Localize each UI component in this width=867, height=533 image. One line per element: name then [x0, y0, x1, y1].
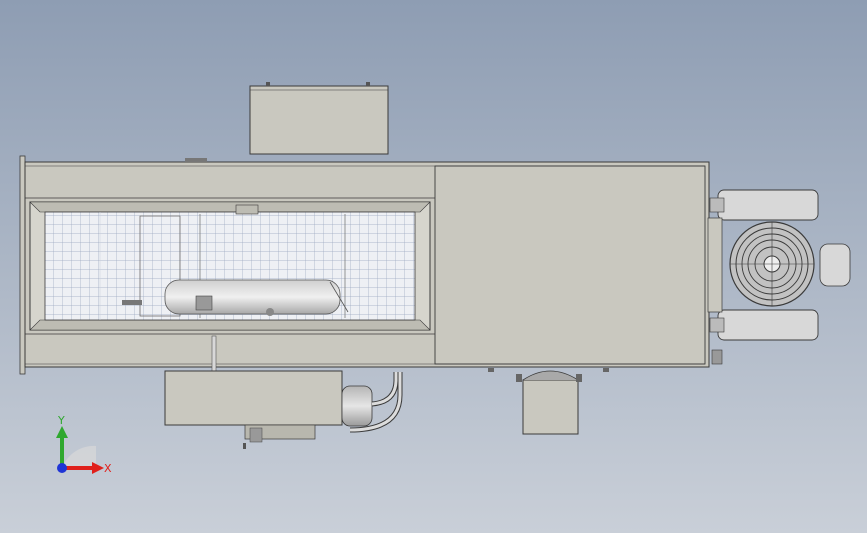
model-drawing: Y X — [19, 82, 851, 475]
gearbox — [488, 368, 609, 435]
fan-assembly — [707, 189, 851, 365]
motor-unit — [164, 370, 403, 449]
top-control-box — [249, 82, 389, 155]
cad-viewport[interactable]: Y X — [0, 0, 867, 533]
z-axis-dot — [57, 463, 67, 473]
y-axis-arrowhead — [56, 426, 68, 438]
y-axis-label: Y — [57, 414, 65, 427]
grid-window — [29, 201, 431, 331]
coordinate-triad: Y X — [56, 414, 112, 475]
x-axis-arrowhead — [92, 462, 104, 474]
x-axis-label: X — [104, 462, 112, 475]
